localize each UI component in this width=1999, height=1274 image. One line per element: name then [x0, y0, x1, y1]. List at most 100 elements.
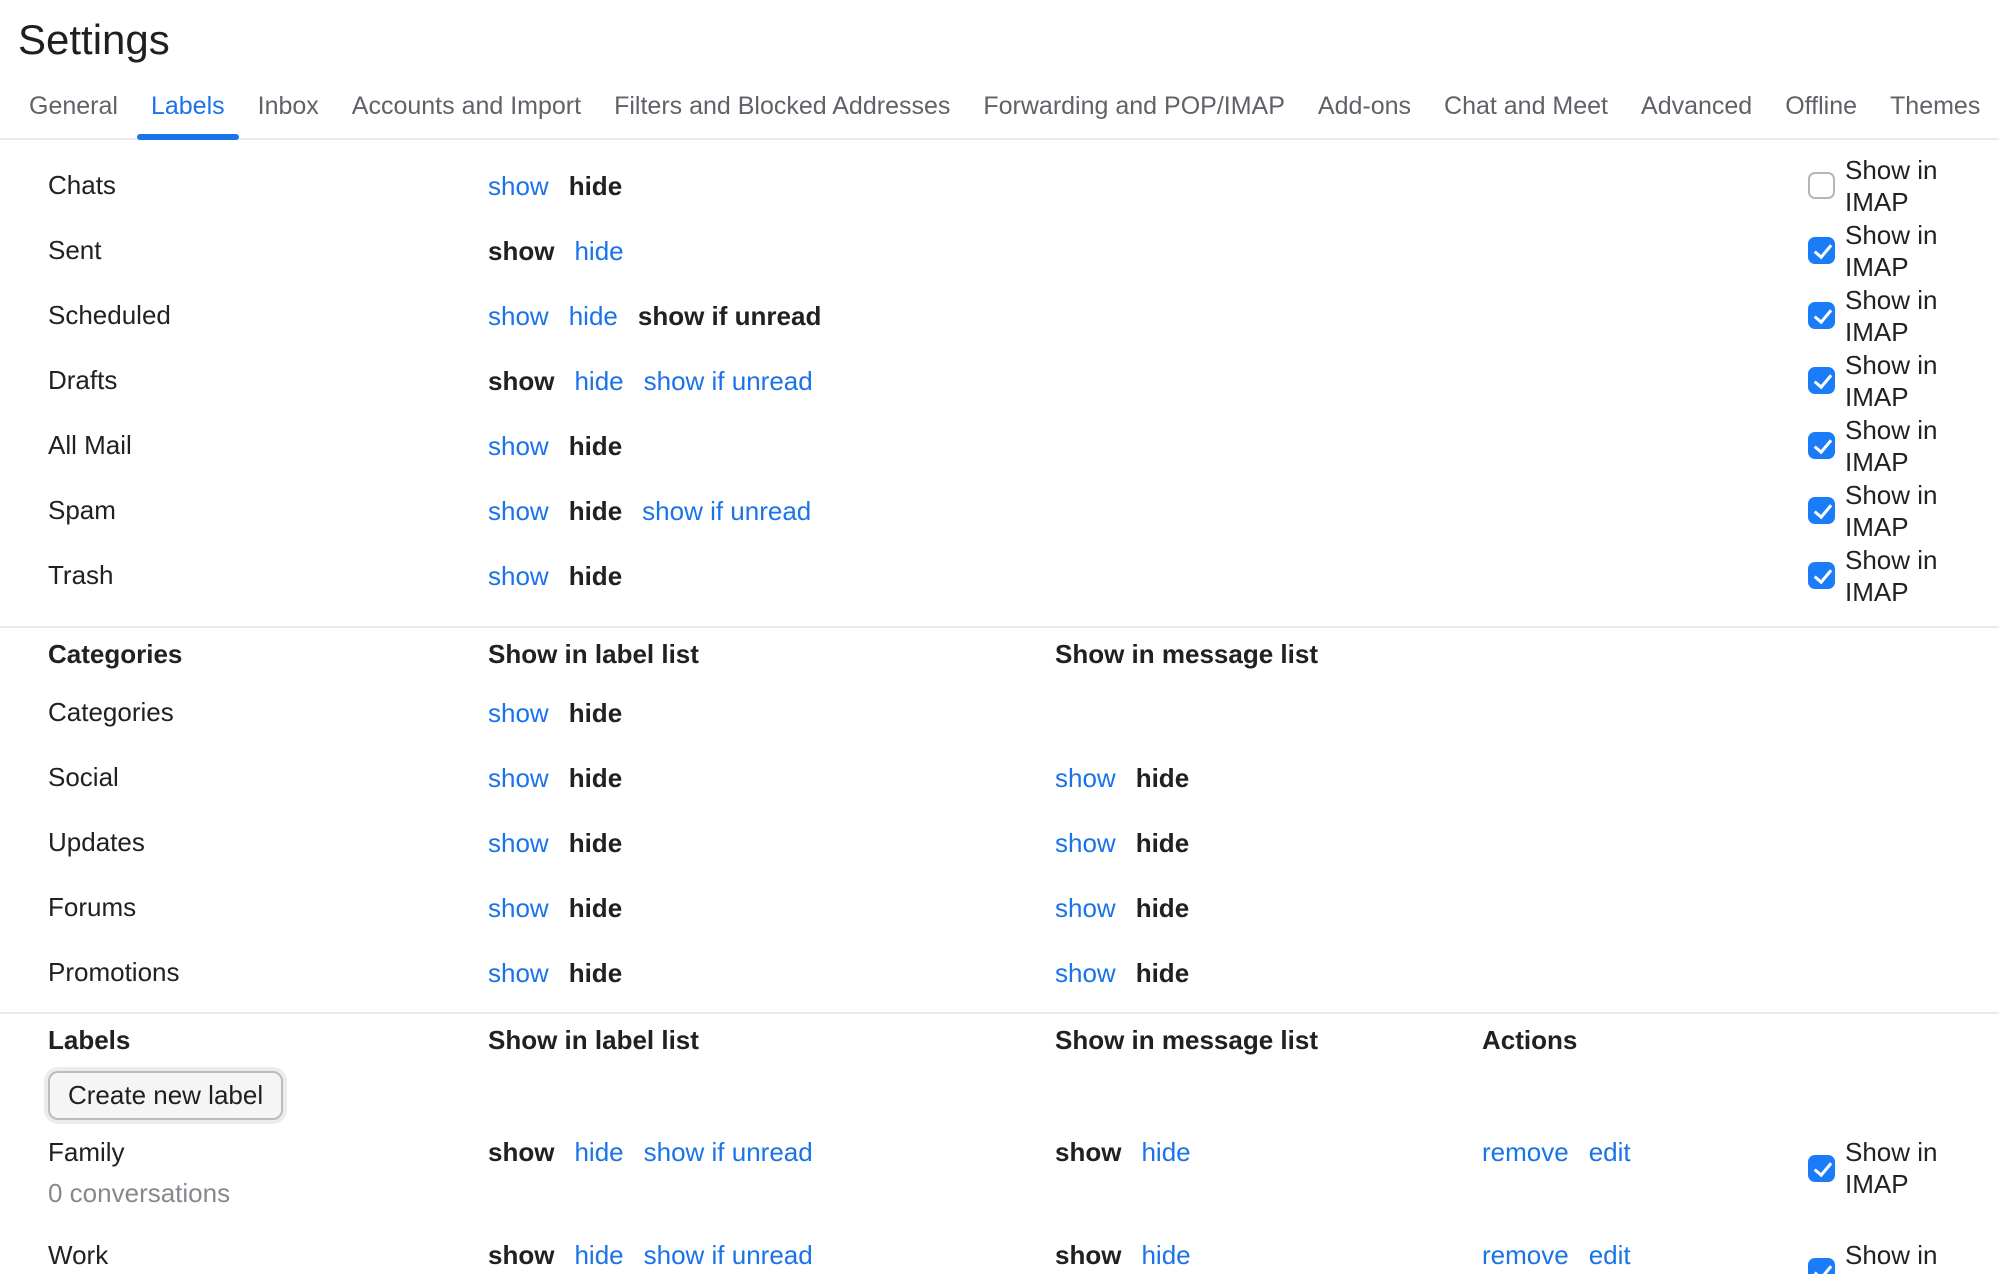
- show-in-imap-checkbox[interactable]: [1808, 432, 1835, 459]
- label-name: Promotions: [48, 957, 488, 988]
- imap-cell: Show in IMAP: [1808, 349, 1999, 413]
- label-list-options: showhideshow if unread: [488, 300, 1055, 332]
- labels-header-row: Labels Show in label list Show in messag…: [0, 1014, 1999, 1066]
- option-show: show: [488, 1239, 554, 1271]
- imap-cell: Show in IMAP: [1808, 414, 1999, 478]
- option-show[interactable]: show: [488, 300, 549, 332]
- option-show[interactable]: show: [488, 957, 549, 989]
- tab-accounts-and-import[interactable]: Accounts and Import: [350, 92, 583, 121]
- show-in-imap-label: Show in IMAP: [1845, 544, 1999, 608]
- actions-options: remove edit: [1482, 1136, 1808, 1168]
- show-in-imap-checkbox[interactable]: [1808, 302, 1835, 329]
- show-in-imap-checkbox[interactable]: [1808, 367, 1835, 394]
- option-hide[interactable]: hide: [1141, 1136, 1190, 1168]
- show-in-imap-label: Show in IMAP: [1845, 1136, 1999, 1200]
- label-list-options: showhide: [488, 697, 1055, 729]
- label-name: Chats: [48, 170, 488, 201]
- show-in-imap-label: Show in IMAP: [1845, 414, 1999, 478]
- show-in-imap-checkbox[interactable]: [1808, 237, 1835, 264]
- tab-add-ons[interactable]: Add-ons: [1316, 92, 1413, 121]
- option-show-if-unread[interactable]: show if unread: [642, 495, 811, 527]
- table-row: Work 3 conversations showhideshow if unr…: [0, 1227, 1999, 1274]
- option-show[interactable]: show: [488, 170, 549, 202]
- imap-cell: Show in IMAP: [1808, 544, 1999, 608]
- label-list-options: show hide show if unread: [488, 495, 1055, 527]
- tab-advanced[interactable]: Advanced: [1639, 92, 1754, 121]
- option-hide: hide: [569, 430, 622, 462]
- tab-filters-and-blocked-addresses[interactable]: Filters and Blocked Addresses: [612, 92, 952, 121]
- show-in-imap-label: Show in IMAP: [1845, 349, 1999, 413]
- table-row: Updates showhide showhide: [0, 810, 1999, 875]
- column-header-labels: Labels: [48, 1025, 488, 1056]
- option-hide: hide: [569, 762, 622, 794]
- column-header-show-in-message-list: Show in message list: [1055, 1025, 1482, 1056]
- option-hide[interactable]: hide: [574, 1136, 623, 1168]
- show-in-imap-checkbox[interactable]: [1808, 1155, 1835, 1182]
- label-name: Social: [48, 762, 488, 793]
- tab-labels[interactable]: Labels: [149, 92, 227, 121]
- table-row: Family 0 conversations showhideshow if u…: [0, 1124, 1999, 1227]
- option-hide[interactable]: hide: [574, 365, 623, 397]
- option-show-if-unread[interactable]: show if unread: [644, 1136, 813, 1168]
- label-name: Sent: [48, 235, 488, 266]
- label-name: Scheduled: [48, 300, 488, 331]
- option-edit[interactable]: edit: [1589, 1136, 1631, 1168]
- column-header-show-in-label-list: Show in label list: [488, 1025, 1055, 1056]
- option-hide: hide: [569, 495, 622, 527]
- option-show[interactable]: show: [488, 495, 549, 527]
- imap-cell: Show in IMAP: [1808, 154, 1999, 218]
- labels-section: Labels Show in label list Show in messag…: [0, 1012, 1999, 1274]
- message-list-options: showhide: [1055, 1239, 1482, 1271]
- option-show[interactable]: show: [1055, 762, 1116, 794]
- option-hide[interactable]: hide: [1141, 1239, 1190, 1271]
- option-show[interactable]: show: [1055, 827, 1116, 859]
- label-list-options: show hide: [488, 430, 1055, 462]
- table-row: Chats show hide Show in IMAP: [0, 153, 1999, 218]
- table-row: Social show hide show hide: [0, 745, 1999, 810]
- option-show[interactable]: show: [488, 827, 549, 859]
- create-new-label-button[interactable]: Create new label: [48, 1071, 283, 1120]
- option-show-if-unread[interactable]: show if unread: [644, 365, 813, 397]
- option-hide: hide: [1136, 762, 1189, 794]
- option-edit[interactable]: edit: [1589, 1239, 1631, 1271]
- option-show[interactable]: show: [488, 762, 549, 794]
- option-remove[interactable]: remove: [1482, 1239, 1569, 1271]
- option-hide: hide: [569, 892, 622, 924]
- option-show[interactable]: show: [1055, 892, 1116, 924]
- option-show[interactable]: show: [488, 892, 549, 924]
- tab-offline[interactable]: Offline: [1783, 92, 1859, 121]
- show-in-imap-checkbox[interactable]: [1808, 1258, 1835, 1274]
- option-show[interactable]: show: [488, 430, 549, 462]
- tab-forwarding-and-pop-imap[interactable]: Forwarding and POP/IMAP: [981, 92, 1287, 121]
- option-show[interactable]: show: [488, 560, 549, 592]
- actions-options: remove edit: [1482, 1239, 1808, 1271]
- message-list-options: showhide: [1055, 892, 1482, 924]
- label-name: Categories: [48, 697, 488, 728]
- option-hide[interactable]: hide: [569, 300, 618, 332]
- label-list-options: show hide show if unread: [488, 1239, 1055, 1271]
- tab-general[interactable]: General: [27, 92, 120, 121]
- tab-chat-and-meet[interactable]: Chat and Meet: [1442, 92, 1610, 121]
- table-row: Scheduled showhideshow if unread Show in…: [0, 283, 1999, 348]
- show-in-imap-checkbox[interactable]: [1808, 497, 1835, 524]
- option-hide: hide: [569, 827, 622, 859]
- option-hide[interactable]: hide: [574, 1239, 623, 1271]
- show-in-imap-label: Show in IMAP: [1845, 1239, 1999, 1274]
- message-list-options: showhide: [1055, 1136, 1482, 1168]
- show-in-imap-checkbox[interactable]: [1808, 562, 1835, 589]
- tab-inbox[interactable]: Inbox: [256, 92, 321, 121]
- label-name: Family: [48, 1136, 488, 1168]
- tab-themes[interactable]: Themes: [1888, 92, 1982, 121]
- show-in-imap-checkbox[interactable]: [1808, 172, 1835, 199]
- option-hide[interactable]: hide: [574, 235, 623, 267]
- label-name: Work: [48, 1239, 488, 1271]
- option-show-if-unread[interactable]: show if unread: [644, 1239, 813, 1271]
- option-show: show: [488, 365, 554, 397]
- option-show[interactable]: show: [1055, 957, 1116, 989]
- option-remove[interactable]: remove: [1482, 1136, 1569, 1168]
- option-hide: hide: [569, 170, 622, 202]
- column-header-actions: Actions: [1482, 1025, 1808, 1056]
- label-name: All Mail: [48, 430, 488, 461]
- option-show[interactable]: show: [488, 697, 549, 729]
- label-list-options: showhideshow if unread: [488, 1136, 1055, 1168]
